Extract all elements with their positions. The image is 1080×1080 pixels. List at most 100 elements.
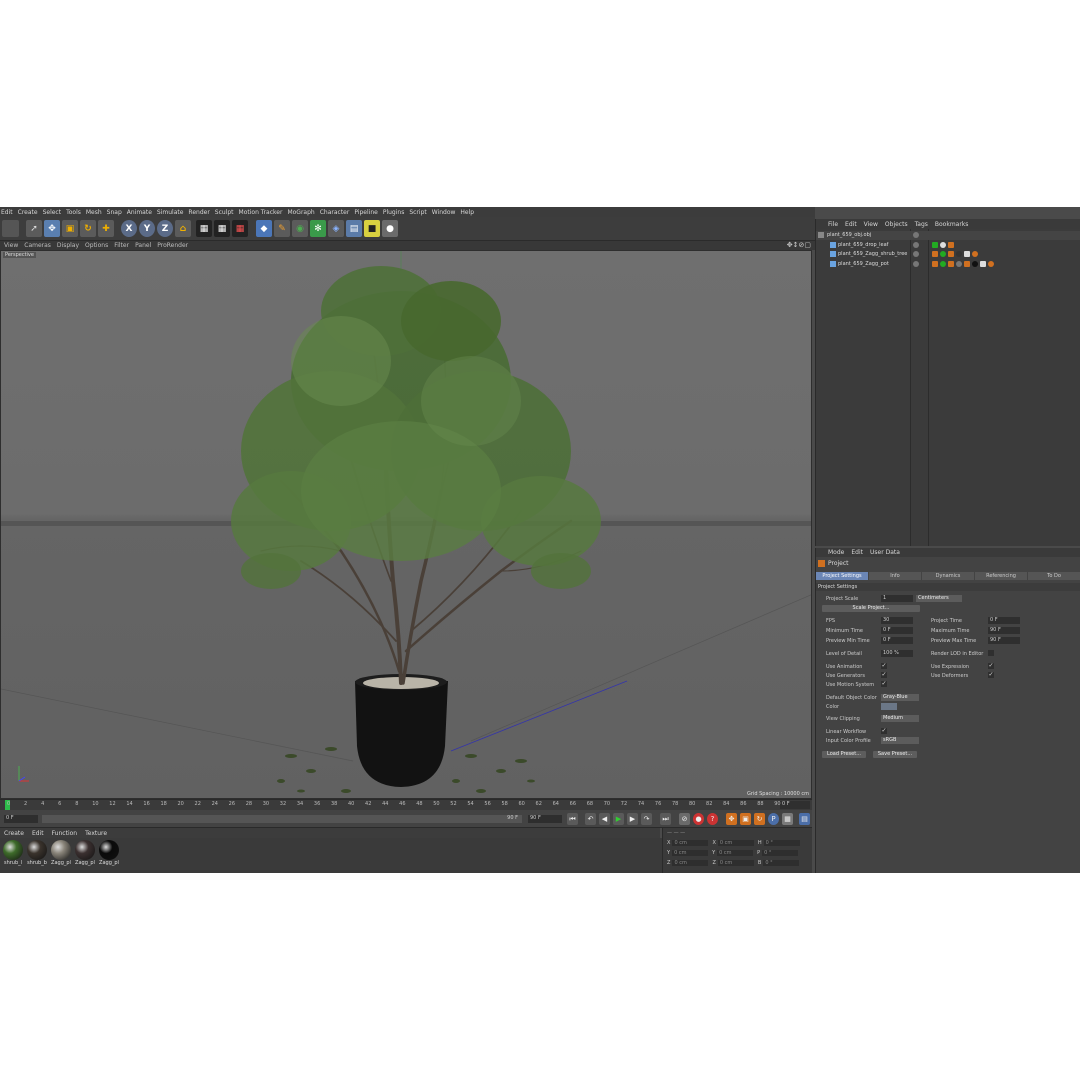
color-swatch[interactable] [881,703,897,710]
coord-field[interactable]: 0 cm [717,850,754,856]
keyframe-selection-icon[interactable]: ? [707,813,718,825]
material-tag-icon[interactable] [932,260,938,267]
object-row[interactable]: plant_659_obj.obj [816,231,1080,240]
view-clipping-dropdown[interactable]: Medium [881,715,919,722]
menu-character[interactable]: Character [320,209,350,216]
cloner-icon[interactable]: ✻ [310,220,326,237]
object-name[interactable]: plant_659_Zagg_shrub_tree [838,251,907,257]
material-tag-icon[interactable] [972,260,978,267]
material-tag-icon[interactable] [956,260,962,267]
preview-range-slider[interactable]: 90 F [42,815,522,823]
floor-icon[interactable]: ▤ [346,220,362,237]
record-keys-icon[interactable]: ⊘ [679,813,690,825]
start-frame-field[interactable]: 0 F [4,815,38,823]
material-menu-texture[interactable]: Texture [85,830,107,837]
go-to-end-icon[interactable]: ⏭ [660,813,671,825]
menu-tools[interactable]: Tools [66,209,81,216]
object-menu-tags[interactable]: Tags [915,221,928,228]
input-color-profile-dropdown[interactable]: sRGB [881,737,919,744]
object-row[interactable]: plant_659_Zagg_pot [816,260,1080,269]
material-swatch[interactable]: shrub_b [26,840,48,870]
use-generators-checkbox[interactable]: ✓ [881,672,887,678]
menu-render[interactable]: Render [188,209,209,216]
coordinate-system-icon[interactable]: ⌂ [175,220,191,237]
minimum-time-field[interactable]: 0 F [881,627,913,634]
use-deformers-checkbox[interactable]: ✓ [988,672,994,678]
viewport-menu-display[interactable]: Display [57,242,79,249]
timeline-icon[interactable]: ▤ [799,813,810,825]
tab-dynamics[interactable]: Dynamics [922,572,974,580]
coord-field[interactable]: 0 cm [672,850,709,856]
coord-field[interactable]: 0 cm [717,840,754,846]
use-motion-checkbox[interactable]: ✓ [881,681,887,687]
render-view-icon[interactable]: ▦ [196,220,212,237]
point-level-icon[interactable]: ▦ [782,813,793,825]
menu-create[interactable]: Create [18,209,38,216]
visibility-dots-icon[interactable] [913,260,919,267]
scale-key-icon[interactable]: ▣ [740,813,751,825]
use-animation-checkbox[interactable]: ✓ [881,663,887,669]
material-menu-create[interactable]: Create [4,830,24,837]
menu-mesh[interactable]: Mesh [86,209,102,216]
menu-animate[interactable]: Animate [127,209,152,216]
coord-field[interactable]: 0 ° [763,840,800,846]
autokey-icon[interactable]: ● [693,813,704,825]
material-tag-icon[interactable] [940,251,946,257]
object-name[interactable]: plant_659_obj.obj [827,232,871,238]
load-preset-button[interactable]: Load Preset... [822,751,866,758]
tab-to-do[interactable]: To Do [1028,572,1080,580]
project-scale-unit-dropdown[interactable]: Centimeters [916,595,962,602]
material-tag-icon[interactable] [940,260,946,267]
x-axis-button[interactable]: X [121,220,137,237]
coord-field[interactable]: 0 cm [672,840,709,846]
viewport-menu-options[interactable]: Options [85,242,108,249]
go-to-start-icon[interactable]: ⏮ [567,813,578,825]
material-swatch[interactable]: Zagg_pl [50,840,72,870]
select-arrow-icon[interactable]: ➚ [26,220,42,237]
tab-referencing[interactable]: Referencing [975,572,1027,580]
viewport-menu-filter[interactable]: Filter [114,242,129,249]
viewport-menu-panel[interactable]: Panel [135,242,151,249]
object-menu-objects[interactable]: Objects [885,221,908,228]
material-menu-edit[interactable]: Edit [32,830,44,837]
deformer-icon[interactable]: ◈ [328,220,344,237]
material-swatch[interactable]: Zagg_pl [74,840,96,870]
object-menu-view[interactable]: View [864,221,878,228]
subdivision-icon[interactable]: ◉ [292,220,308,237]
preview-min-field[interactable]: 0 F [881,637,913,644]
menu-simulate[interactable]: Simulate [157,209,184,216]
menu-pipeline[interactable]: Pipeline [354,209,377,216]
attribute-menu-mode[interactable]: Mode [828,549,844,556]
parameter-key-icon[interactable]: P [768,813,779,825]
material-tag-icon[interactable] [948,241,954,248]
previous-key-icon[interactable]: ↶ [585,813,596,825]
project-scale-field[interactable]: 1 [881,595,913,602]
material-tag-icon[interactable] [956,251,962,257]
last-tool-icon[interactable]: ✚ [98,220,114,237]
material-menu-function[interactable]: Function [52,830,78,837]
material-tag-icon[interactable] [948,251,954,257]
object-menu-edit[interactable]: Edit [845,221,857,228]
rotate-tool-icon[interactable]: ↻ [80,220,96,237]
menu-sculpt[interactable]: Sculpt [215,209,234,216]
menu-snap[interactable]: Snap [107,209,122,216]
coord-field[interactable]: 0 cm [672,860,709,866]
viewport-menu-cameras[interactable]: Cameras [24,242,51,249]
pen-icon[interactable]: ✎ [274,220,290,237]
menu-mograph[interactable]: MoGraph [287,209,314,216]
material-tag-icon[interactable] [980,260,986,267]
material-tag-icon[interactable] [932,251,938,257]
linear-workflow-checkbox[interactable]: ✓ [881,728,887,734]
next-key-icon[interactable]: ↷ [641,813,652,825]
material-tag-icon[interactable] [988,260,994,267]
previous-frame-icon[interactable]: ◀ [599,813,610,825]
object-name[interactable]: plant_659_drop_leaf [838,242,888,248]
viewport-nav-icons[interactable]: ✥↕⊘▢ [787,241,811,249]
timeline-ruler[interactable]: 0 F 0 2 4 6 8 10 12 14 16 18 20 22 24 26 28 30 32 34 36 38 4… [0,799,812,810]
move-tool-icon[interactable]: ✥ [44,220,60,237]
undo-icon[interactable] [2,220,19,237]
maximum-time-field[interactable]: 90 F [988,627,1020,634]
coord-field[interactable]: 0 ° [762,850,799,856]
visibility-dots-icon[interactable] [913,241,919,248]
light-icon[interactable]: ● [382,220,398,237]
